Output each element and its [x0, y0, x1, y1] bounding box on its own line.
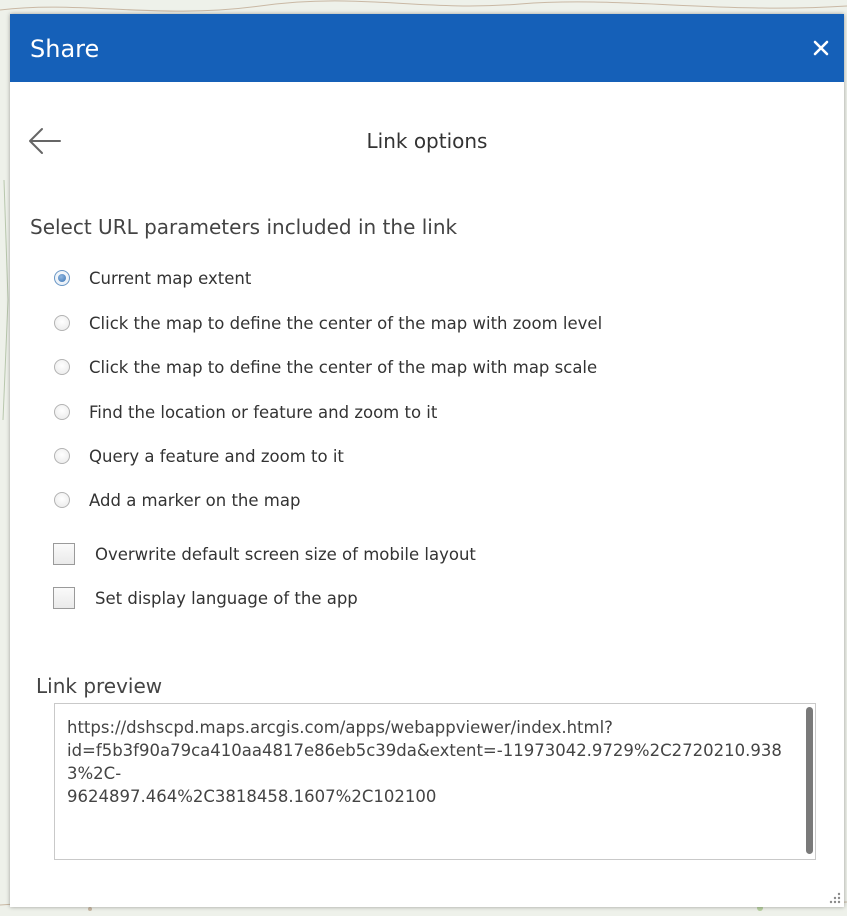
checkbox[interactable]	[53, 543, 75, 565]
radio-option-label: Click the map to define the center of th…	[89, 357, 598, 377]
radio-button[interactable]	[54, 404, 70, 420]
checkbox-option-label: Set display language of the app	[95, 588, 358, 608]
radio-button[interactable]	[54, 270, 70, 286]
link-preview-heading: Link preview	[36, 674, 163, 698]
url-parameters-heading: Select URL parameters included in the li…	[30, 215, 458, 239]
link-preview-text: https://dshscpd.maps.arcgis.com/apps/web…	[67, 718, 782, 806]
close-icon[interactable]	[808, 35, 834, 61]
radio-button[interactable]	[54, 359, 70, 375]
radio-option-center-map-scale[interactable]: Click the map to define the center of th…	[54, 353, 597, 381]
link-preview-scrollbar[interactable]	[805, 704, 815, 859]
radio-button[interactable]	[54, 315, 70, 331]
dialog-titlebar: Share	[10, 14, 844, 82]
checkbox-option-display-language[interactable]: Set display language of the app	[53, 584, 358, 612]
dialog-title: Share	[30, 35, 100, 63]
resize-grip-icon[interactable]	[827, 890, 841, 904]
scrollbar-thumb[interactable]	[806, 707, 813, 854]
radio-option-label: Add a marker on the map	[89, 490, 301, 510]
radio-option-center-zoom-level[interactable]: Click the map to define the center of th…	[54, 309, 602, 337]
radio-button[interactable]	[54, 492, 70, 508]
checkbox-option-label: Overwrite default screen size of mobile …	[95, 544, 476, 564]
checkbox[interactable]	[53, 587, 75, 609]
share-dialog: Share Link options Select URL parameters…	[10, 14, 844, 907]
radio-button[interactable]	[54, 448, 70, 464]
radio-option-current-map-extent[interactable]: Current map extent	[54, 264, 251, 292]
radio-option-add-marker[interactable]: Add a marker on the map	[54, 486, 300, 514]
radio-option-find-location[interactable]: Find the location or feature and zoom to…	[54, 398, 437, 426]
radio-option-label: Find the location or feature and zoom to…	[89, 402, 438, 422]
checkbox-option-mobile-layout[interactable]: Overwrite default screen size of mobile …	[53, 540, 476, 568]
link-preview-textarea[interactable]: https://dshscpd.maps.arcgis.com/apps/web…	[54, 703, 816, 860]
radio-option-label: Click the map to define the center of th…	[89, 313, 603, 333]
panel-subtitle: Link options	[366, 129, 488, 153]
radio-option-label: Query a feature and zoom to it	[89, 446, 344, 466]
radio-option-query-feature[interactable]: Query a feature and zoom to it	[54, 442, 344, 470]
radio-option-label: Current map extent	[89, 268, 252, 288]
